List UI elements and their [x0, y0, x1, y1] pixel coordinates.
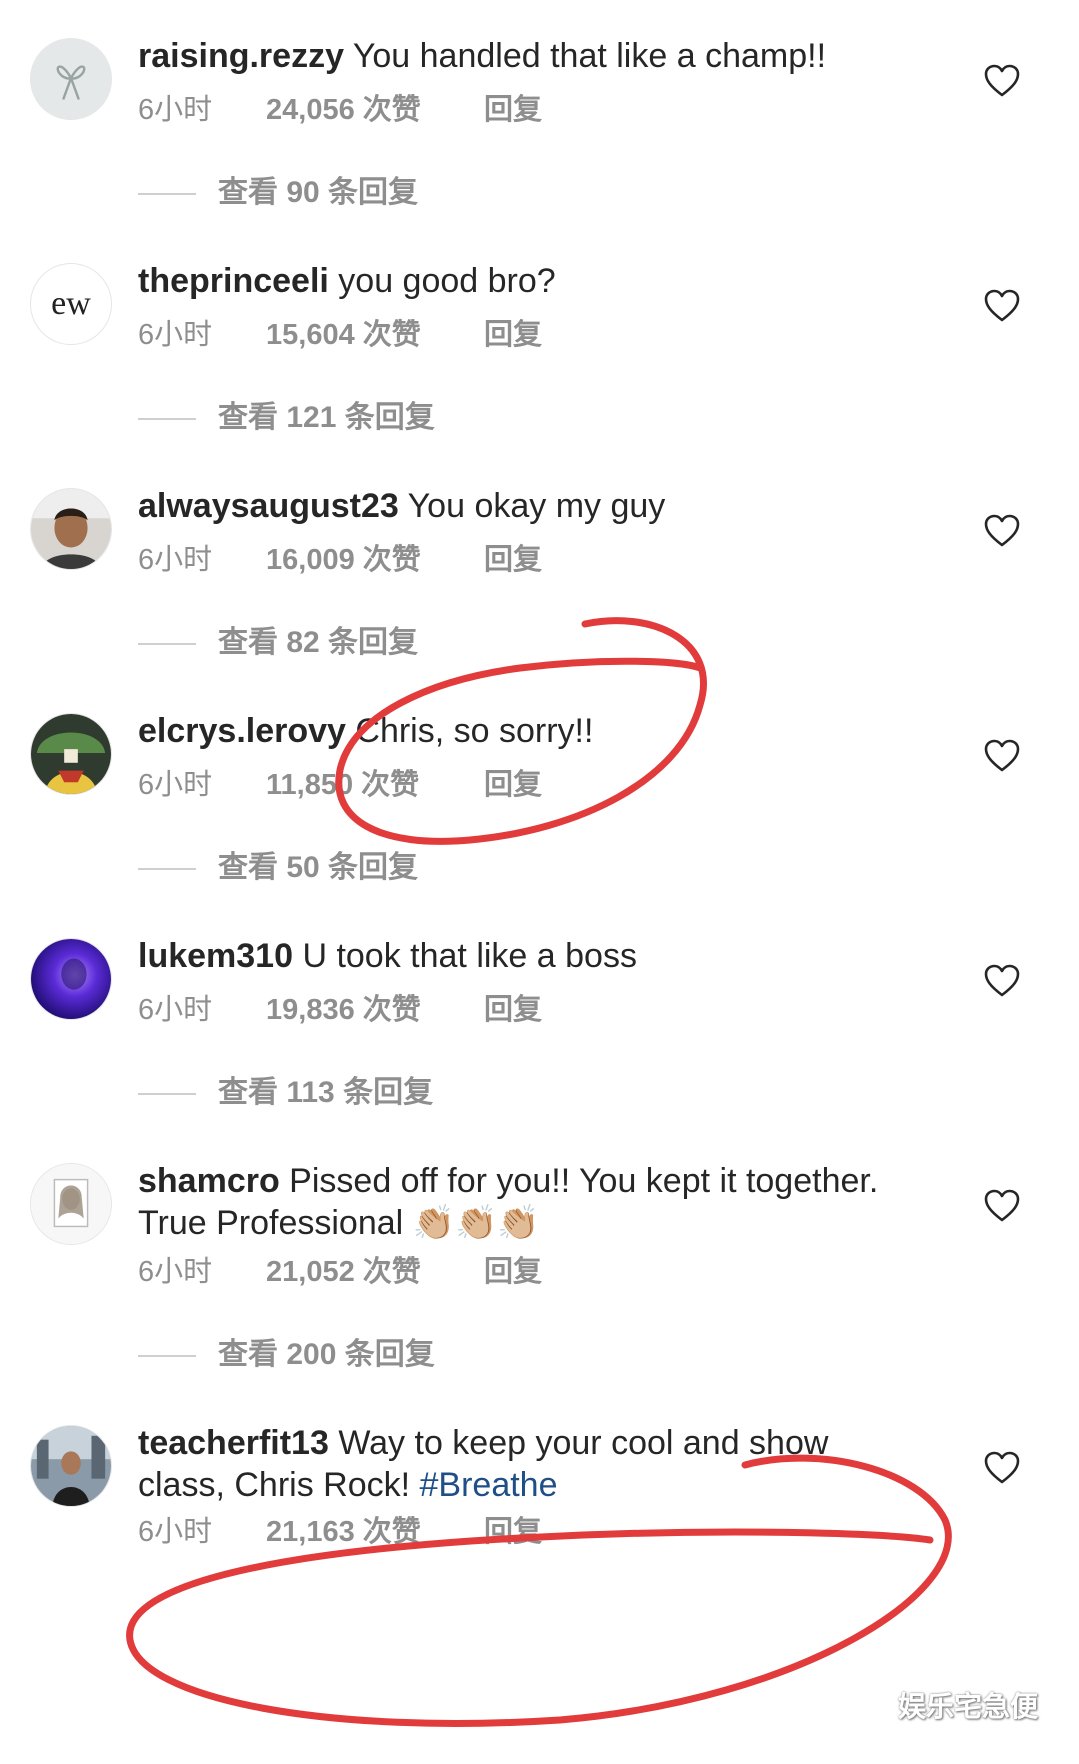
reply-divider-line: [138, 1093, 196, 1096]
reply-divider-line: [138, 1355, 196, 1358]
comment-time: 6小时: [138, 994, 213, 1026]
comment-username[interactable]: teacherfit13: [138, 1424, 329, 1462]
comment-body: Chris, so sorry!!: [345, 712, 594, 750]
portrait-sketch-icon: [31, 1164, 111, 1244]
like-heart-icon[interactable]: [984, 64, 1020, 98]
comment-time: 6小时: [138, 544, 213, 576]
view-replies-label: 查看 113 条回复: [218, 1076, 434, 1109]
comment-time: 6小时: [138, 769, 213, 801]
reply-button[interactable]: 回复: [484, 92, 542, 128]
reply-button[interactable]: 回复: [484, 317, 542, 353]
comment-text: shamcro Pissed off for you!! You kept it…: [138, 1160, 918, 1244]
view-replies-label: 查看 90 条回复: [218, 176, 419, 209]
view-replies-label: 查看 82 条回复: [218, 626, 419, 659]
ribbon-logo-icon: [31, 39, 111, 119]
comment-time: 6小时: [138, 319, 213, 351]
comment-meta: 6小时 24,056 次赞 回复: [138, 92, 542, 128]
comment-time: 6小时: [138, 1256, 213, 1288]
avatar[interactable]: [30, 1425, 112, 1507]
comment-body: U took that like a boss: [293, 937, 637, 975]
view-replies-button[interactable]: 查看 82 条回复: [138, 625, 418, 661]
like-count[interactable]: 21,052 次赞: [266, 1254, 484, 1290]
outdoor-photo-icon: [31, 1426, 111, 1506]
comment-username[interactable]: raising.rezzy: [138, 37, 344, 75]
ew-logo: ew: [51, 285, 91, 322]
avatar[interactable]: ew: [30, 263, 112, 345]
comment-body: You okay my guy: [398, 487, 666, 525]
avatar[interactable]: [30, 938, 112, 1020]
reply-button[interactable]: 回复: [484, 1514, 542, 1550]
like-heart-icon[interactable]: [984, 1189, 1020, 1223]
purple-glow-icon: [31, 939, 111, 1019]
reply-button[interactable]: 回复: [484, 1254, 542, 1290]
comment-text: alwaysaugust23 You okay my guy: [138, 485, 918, 527]
comment-text: elcrys.lerovy Chris, so sorry!!: [138, 710, 918, 752]
avatar[interactable]: [30, 1163, 112, 1245]
comment-username[interactable]: shamcro: [138, 1162, 280, 1200]
like-heart-icon[interactable]: [984, 964, 1020, 998]
comment-text: lukem310 U took that like a boss: [138, 935, 918, 977]
like-count[interactable]: 15,604 次赞: [266, 317, 484, 353]
like-heart-icon[interactable]: [984, 739, 1020, 773]
comment-body: You handled that like a champ!!: [343, 37, 827, 75]
reply-divider-line: [138, 418, 196, 421]
like-heart-icon[interactable]: [984, 1451, 1020, 1485]
reply-divider-line: [138, 193, 196, 196]
view-replies-button[interactable]: 查看 113 条回复: [138, 1075, 433, 1111]
like-count[interactable]: 16,009 次赞: [266, 542, 484, 578]
reply-button[interactable]: 回复: [484, 542, 542, 578]
comment-username[interactable]: alwaysaugust23: [138, 487, 399, 525]
reply-button[interactable]: 回复: [484, 992, 542, 1028]
comment-time: 6小时: [138, 94, 213, 126]
view-replies-label: 查看 50 条回复: [218, 851, 419, 884]
watermark-text: 娱乐宅急便: [898, 1691, 1039, 1722]
avatar[interactable]: [30, 38, 112, 120]
comment-meta: 6小时 16,009 次赞 回复: [138, 542, 542, 578]
reply-divider-line: [138, 868, 196, 871]
like-count[interactable]: 21,163 次赞: [266, 1514, 484, 1550]
view-replies-label: 查看 200 条回复: [218, 1338, 435, 1371]
comment-meta: 6小时 21,163 次赞 回复: [138, 1514, 542, 1550]
like-count[interactable]: 11,850 次赞: [266, 767, 484, 803]
comment-text: theprinceeli you good bro?: [138, 260, 918, 302]
avatar[interactable]: [30, 488, 112, 570]
comment-text: teacherfit13 Way to keep your cool and s…: [138, 1422, 918, 1506]
comment-meta: 6小时 11,850 次赞 回复: [138, 767, 542, 803]
like-heart-icon[interactable]: [984, 514, 1020, 548]
cartoon-character-icon: [31, 714, 111, 794]
like-heart-icon[interactable]: [984, 289, 1020, 323]
view-replies-label: 查看 121 条回复: [218, 401, 435, 434]
comment-username[interactable]: elcrys.lerovy: [138, 712, 346, 750]
hashtag-link[interactable]: #Breathe: [420, 1466, 558, 1504]
like-count[interactable]: 19,836 次赞: [266, 992, 484, 1028]
view-replies-button[interactable]: 查看 50 条回复: [138, 850, 418, 886]
view-replies-button[interactable]: 查看 121 条回复: [138, 400, 435, 436]
comment-username[interactable]: lukem310: [138, 937, 293, 975]
comment-meta: 6小时 15,604 次赞 回复: [138, 317, 542, 353]
comment-username[interactable]: theprinceeli: [138, 262, 329, 300]
view-replies-button[interactable]: 查看 90 条回复: [138, 175, 418, 211]
comment-time: 6小时: [138, 1516, 213, 1548]
avatar[interactable]: [30, 713, 112, 795]
comment-body: you good bro?: [328, 262, 556, 300]
reply-button[interactable]: 回复: [484, 767, 542, 803]
reply-divider-line: [138, 643, 196, 646]
person-photo-icon: [31, 489, 111, 569]
comment-text: raising.rezzy You handled that like a ch…: [138, 35, 918, 77]
comment-meta: 6小时 19,836 次赞 回复: [138, 992, 542, 1028]
comment-meta: 6小时 21,052 次赞 回复: [138, 1254, 542, 1290]
view-replies-button[interactable]: 查看 200 条回复: [138, 1337, 435, 1373]
like-count[interactable]: 24,056 次赞: [266, 92, 484, 128]
